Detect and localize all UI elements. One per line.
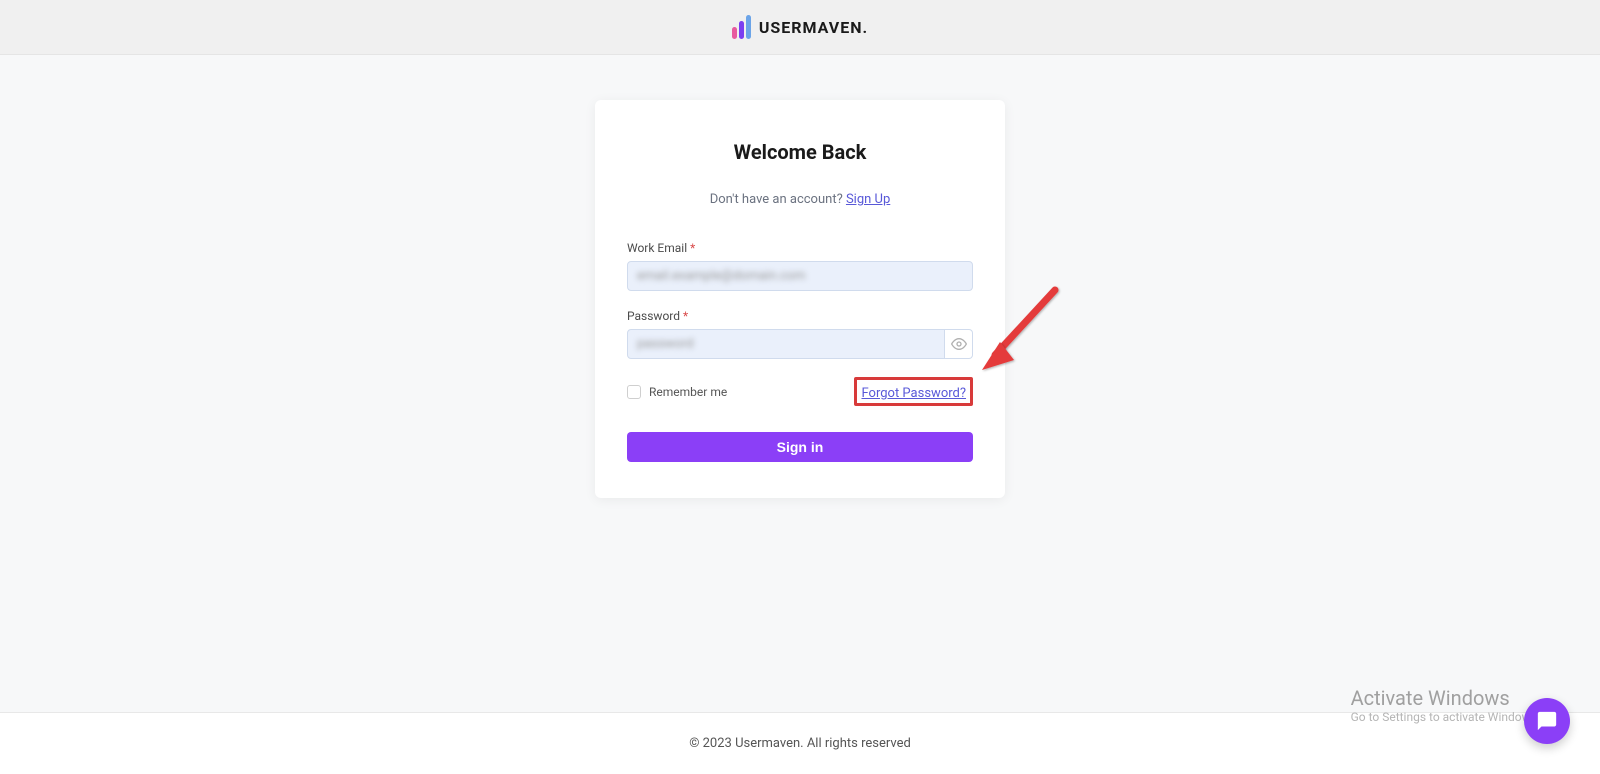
logo: USERMAVEN.	[732, 15, 868, 39]
main-content: Welcome Back Don't have an account? Sign…	[0, 55, 1600, 498]
password-form-group: Password * password	[627, 309, 973, 359]
remember-me-group: Remember me	[627, 385, 727, 399]
header: USERMAVEN.	[0, 0, 1600, 55]
signup-link[interactable]: Sign Up	[846, 192, 890, 207]
remember-me-checkbox[interactable]	[627, 385, 641, 399]
signup-prompt-text: Don't have an account?	[710, 192, 846, 207]
email-input[interactable]	[627, 261, 973, 291]
email-form-group: Work Email * email.example@domain.com	[627, 241, 973, 291]
email-label: Work Email *	[627, 241, 973, 255]
password-label: Password *	[627, 309, 973, 323]
forgot-password-link[interactable]: Forgot Password?	[861, 386, 966, 401]
required-asterisk: *	[683, 309, 688, 323]
brand-text: USERMAVEN.	[759, 18, 868, 37]
toggle-password-visibility-button[interactable]	[945, 329, 973, 359]
watermark-subtitle: Go to Settings to activate Windows.	[1351, 710, 1540, 724]
windows-activation-watermark: Activate Windows Go to Settings to activ…	[1351, 686, 1540, 724]
remember-forgot-row: Remember me Forgot Password?	[627, 377, 973, 406]
forgot-password-highlight: Forgot Password?	[854, 377, 973, 406]
card-title: Welcome Back	[627, 140, 973, 164]
eye-icon	[951, 336, 967, 352]
watermark-title: Activate Windows	[1351, 686, 1540, 710]
logo-bars-icon	[732, 15, 751, 39]
remember-me-label: Remember me	[649, 385, 727, 399]
signup-prompt-row: Don't have an account? Sign Up	[627, 192, 973, 207]
required-asterisk: *	[690, 241, 695, 255]
password-input[interactable]	[627, 329, 945, 359]
signin-button[interactable]: Sign in	[627, 432, 973, 462]
login-card: Welcome Back Don't have an account? Sign…	[595, 100, 1005, 498]
chat-icon	[1536, 710, 1558, 732]
copyright-text: © 2023 Usermaven. All rights reserved	[689, 736, 911, 751]
chat-widget-button[interactable]	[1524, 698, 1570, 744]
